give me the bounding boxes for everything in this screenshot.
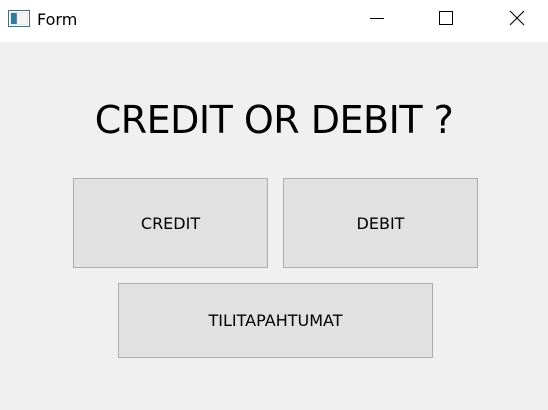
app-window: Form CREDIT OR DEBIT ? CREDIT DEBIT TILI… [0,0,548,410]
close-icon [509,10,525,30]
transactions-button[interactable]: TILITAPAHTUMAT [118,283,433,358]
credit-button[interactable]: CREDIT [73,178,268,268]
title-bar[interactable]: Form [0,0,548,42]
maximize-button[interactable] [423,0,469,40]
window-title: Form [37,10,78,29]
maximize-icon [438,10,454,30]
minimize-button[interactable] [354,0,400,40]
minimize-icon [369,10,385,30]
close-button[interactable] [494,0,540,40]
page-heading: CREDIT OR DEBIT ? [94,98,454,142]
debit-button[interactable]: DEBIT [283,178,478,268]
form-window-icon [8,10,30,27]
